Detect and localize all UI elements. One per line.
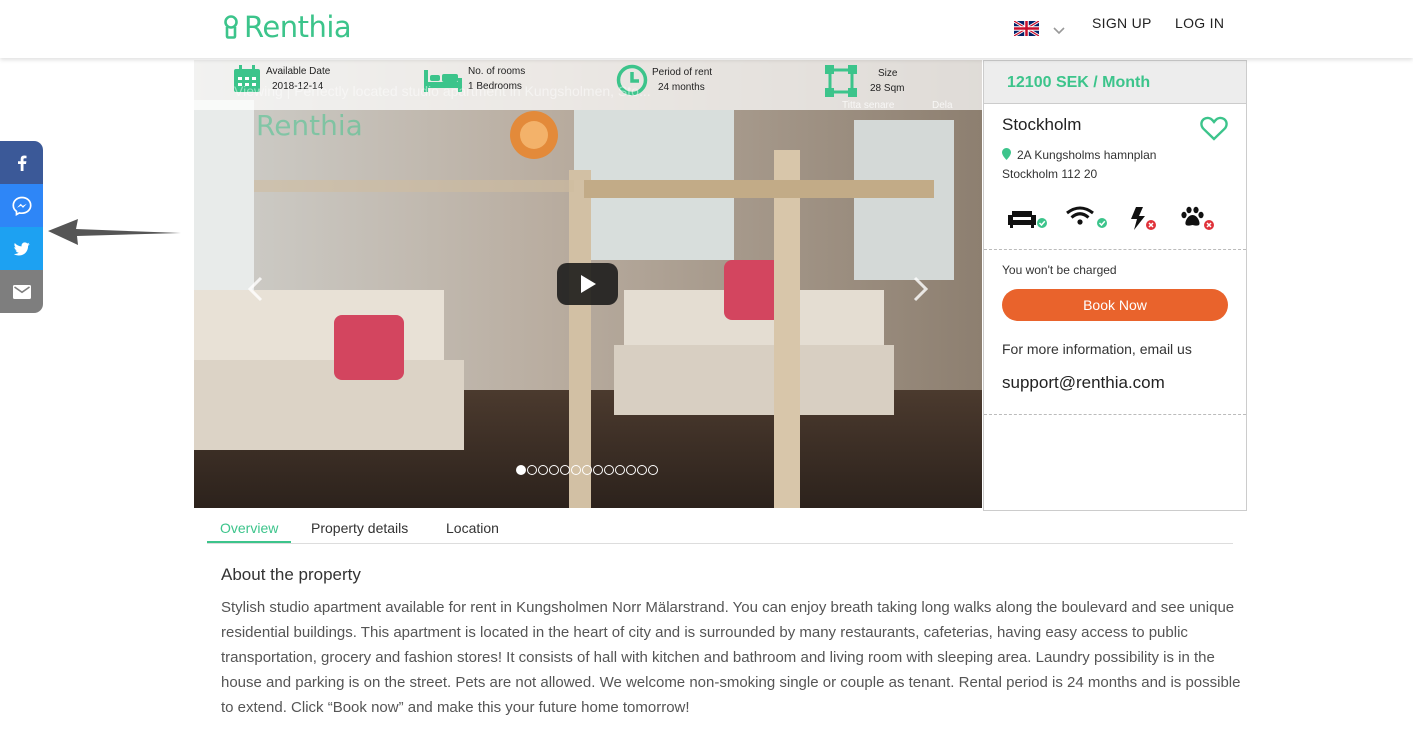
slide-dot[interactable] [527, 465, 537, 475]
divider [984, 414, 1246, 415]
previous-slide-icon[interactable] [246, 275, 264, 303]
play-button[interactable] [557, 263, 618, 305]
sofa-icon [1008, 211, 1047, 228]
size-value: 28 Sqm [870, 83, 905, 94]
email-icon [12, 284, 31, 299]
rooms-label: No. of rooms [468, 66, 526, 77]
slide-dot[interactable] [582, 465, 592, 475]
messenger-share-button[interactable] [0, 184, 43, 227]
annotation-arrow [48, 219, 181, 245]
size-info: Size 28 Sqm [824, 64, 904, 98]
messenger-icon [11, 196, 32, 216]
period-label: Period of rent [652, 67, 713, 78]
amenity-pets [1180, 206, 1216, 237]
facebook-share-button[interactable] [0, 141, 43, 184]
share-bar [0, 141, 43, 313]
size-label: Size [878, 68, 898, 79]
divider [984, 249, 1246, 250]
electricity-icon [1131, 207, 1156, 230]
svg-text:Renthia: Renthia [256, 109, 363, 142]
property-tabs: Overview Property details Location [207, 518, 1233, 544]
available-date-label: Available Date [266, 66, 331, 77]
pets-icon [1181, 206, 1214, 230]
slide-dot[interactable] [637, 465, 647, 475]
uk-flag-icon [1014, 21, 1039, 36]
support-email-link[interactable]: support@renthia.com [1002, 373, 1165, 393]
chevron-down-icon [1053, 26, 1065, 34]
about-description: Stylish studio apartment available for r… [221, 599, 1241, 716]
location-pin-icon [1002, 148, 1011, 160]
slide-indicators [516, 465, 658, 475]
city-name: Stockholm [1002, 115, 1082, 134]
charged-note: You won't be charged [1002, 263, 1117, 277]
about-title: About the property [221, 565, 361, 584]
logo[interactable]: Renthia [222, 10, 352, 44]
booking-panel: 12100 SEK / Month Stockholm 2A Kungsholm… [983, 60, 1247, 511]
tab-location[interactable]: Location [446, 520, 499, 536]
more-info-text: For more information, email us [1002, 341, 1192, 357]
amenity-sofa [1008, 206, 1048, 235]
period-value: 24 months [658, 82, 705, 93]
amenity-electricity [1128, 206, 1158, 237]
size-area-icon [825, 65, 857, 97]
slide-dot[interactable] [538, 465, 548, 475]
slide-dot[interactable] [549, 465, 559, 475]
facebook-icon [17, 155, 26, 171]
price-label: 12100 SEK / Month [984, 61, 1246, 104]
slide-dot[interactable] [593, 465, 603, 475]
slide-dot[interactable] [604, 465, 614, 475]
slide-dot[interactable] [560, 465, 570, 475]
book-now-button[interactable]: Book Now [1002, 289, 1228, 321]
amenity-wifi [1066, 206, 1108, 235]
email-share-button[interactable] [0, 270, 43, 313]
logo-text: Renthia [244, 10, 352, 44]
twitter-share-button[interactable] [0, 227, 43, 270]
favorite-heart-icon[interactable] [1200, 116, 1228, 141]
slide-dot[interactable] [626, 465, 636, 475]
login-link[interactable]: LOG IN [1175, 15, 1224, 31]
play-icon [580, 275, 596, 293]
slide-dot[interactable] [648, 465, 658, 475]
video-title: Viewing | Perfectly located studio apart… [234, 83, 651, 99]
slide-dot[interactable] [615, 465, 625, 475]
twitter-icon [13, 241, 30, 256]
address: 2A Kungsholms hamnplan Stockholm 112 20 [1002, 146, 1156, 184]
tab-overview[interactable]: Overview [207, 520, 292, 543]
key-logo-icon [224, 15, 238, 39]
slide-dot[interactable] [516, 465, 526, 475]
language-selector[interactable] [1014, 21, 1065, 36]
slide-dot[interactable] [571, 465, 581, 475]
watch-later-label[interactable]: Titta senare [842, 100, 894, 111]
signup-link[interactable]: SIGN UP [1092, 15, 1152, 31]
address-line1: 2A Kungsholms hamnplan [1017, 148, 1157, 162]
video-player[interactable]: Renthia Available Date 2018-12-14 No. of … [194, 60, 982, 508]
wifi-icon [1066, 206, 1107, 228]
video-share-label[interactable]: Dela [932, 100, 953, 111]
header: Renthia SIGN UP LOG IN [0, 0, 1413, 58]
tab-property-details[interactable]: Property details [311, 520, 408, 536]
next-slide-icon[interactable] [912, 275, 930, 303]
address-line2: Stockholm 112 20 [1002, 167, 1098, 181]
